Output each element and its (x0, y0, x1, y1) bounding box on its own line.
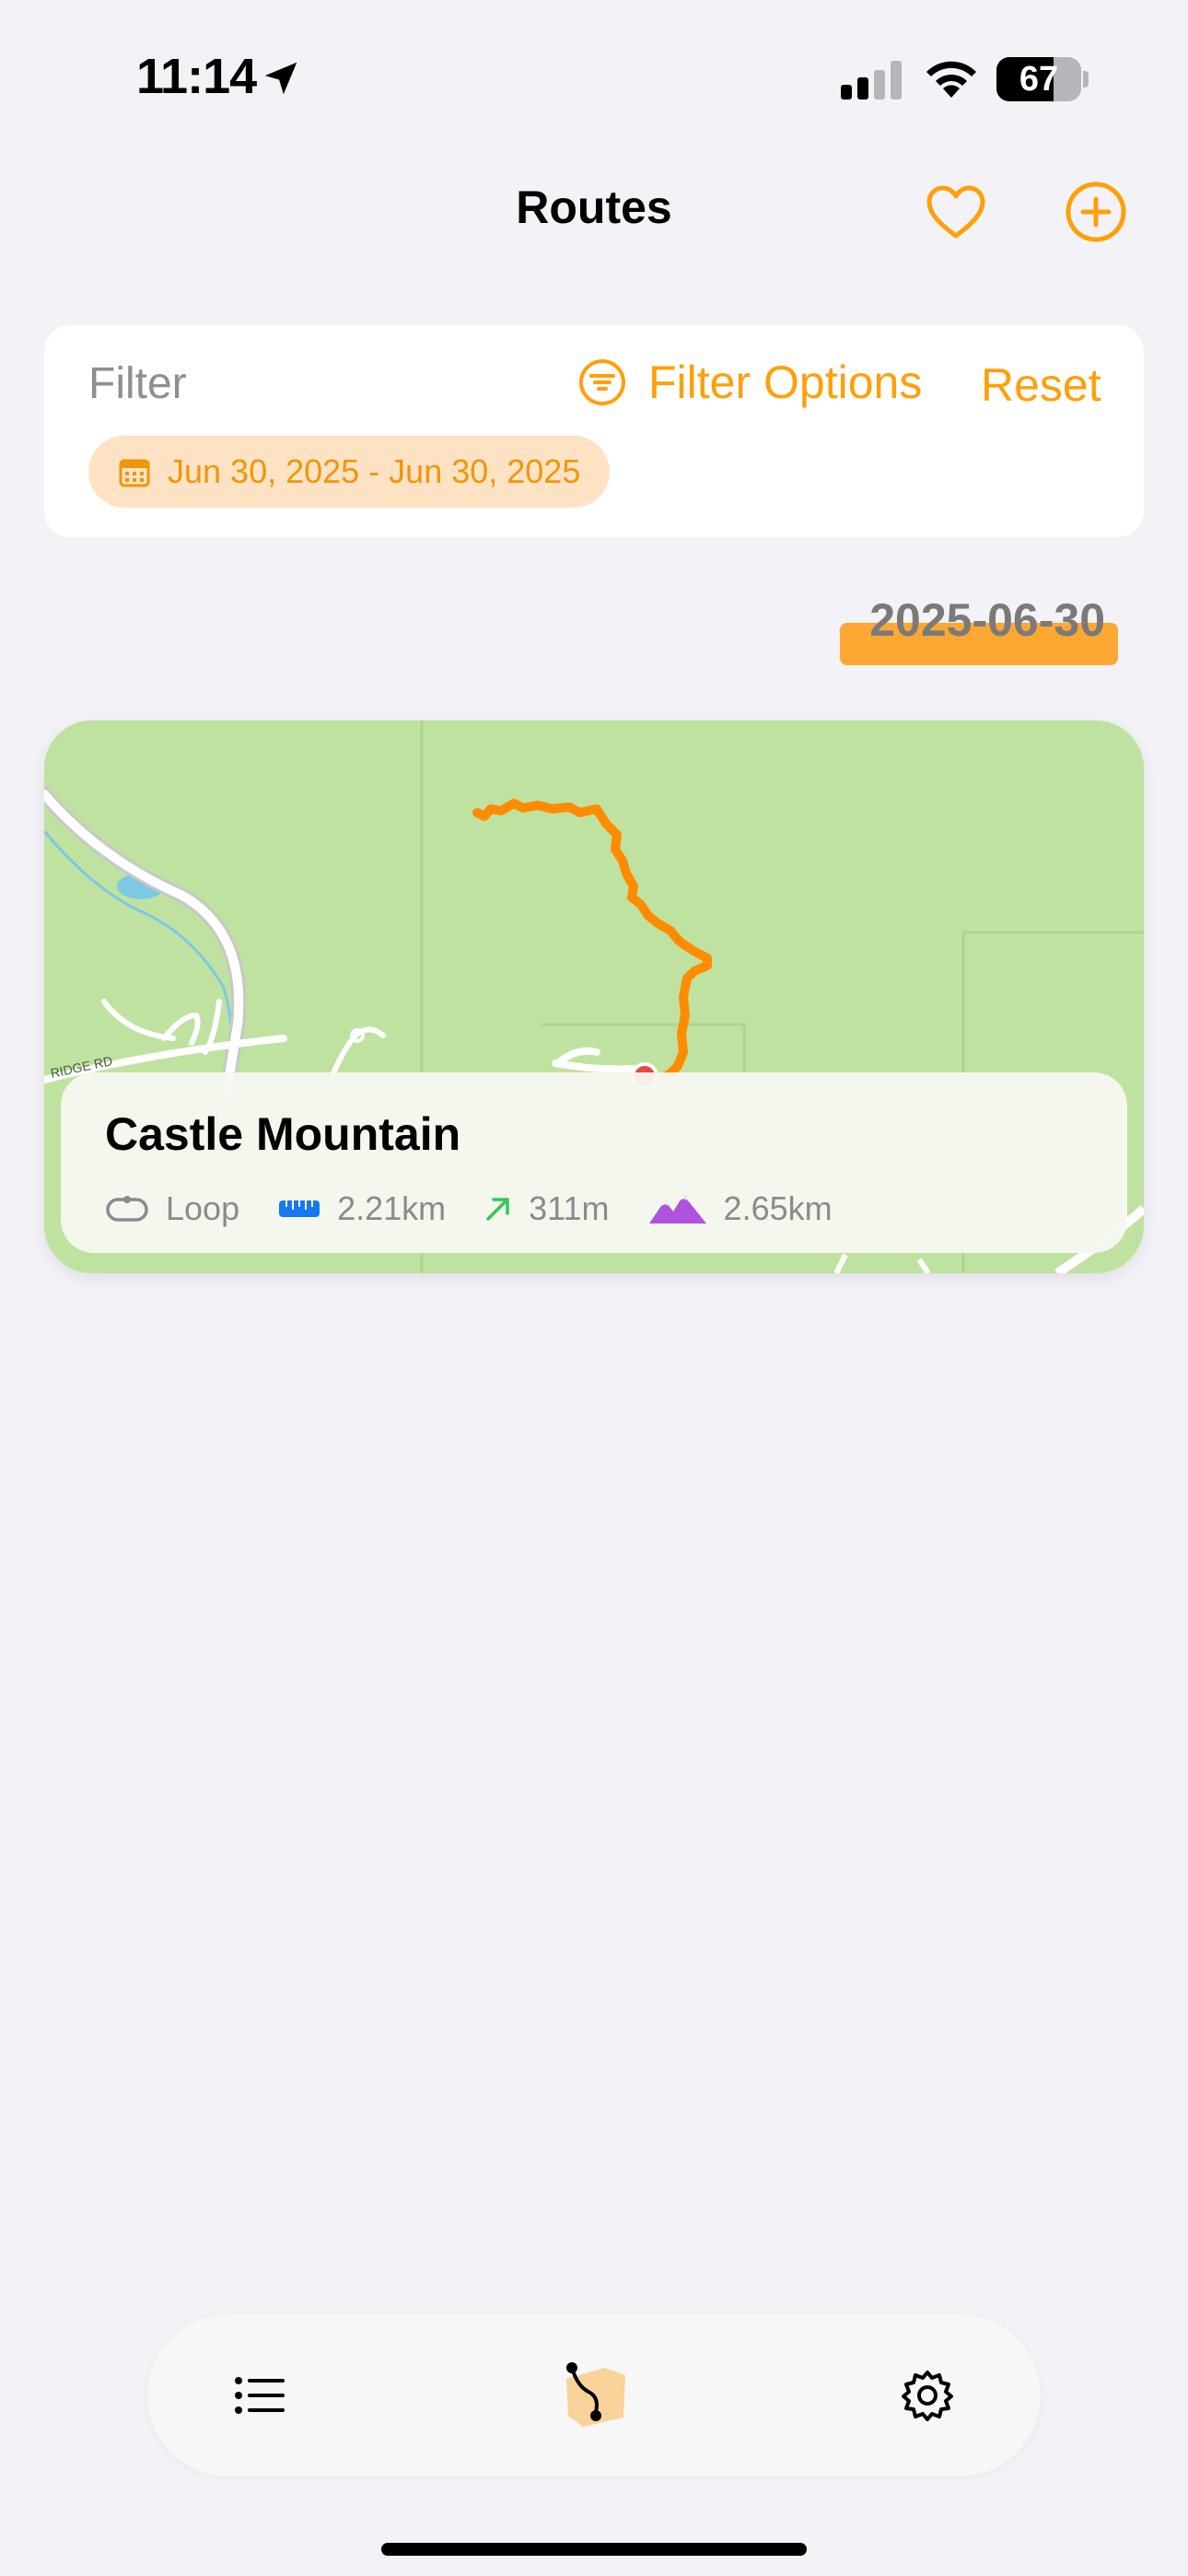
calendar-icon (119, 459, 150, 487)
elevation-gain-label: 311m (529, 1189, 610, 1227)
battery-icon: 67 (996, 57, 1089, 101)
filter-card: Filter Filter Options Reset Jun 30, 2025… (44, 325, 1144, 537)
filter-options-button[interactable]: Filter Options (578, 353, 922, 412)
favorites-button[interactable] (923, 179, 989, 245)
plus-circle-icon (1066, 181, 1126, 242)
date-range-label: Jun 30, 2025 - Jun 30, 2025 (168, 452, 581, 490)
ascent-distance-label: 2.65km (723, 1189, 833, 1227)
tab-settings[interactable] (881, 2349, 973, 2441)
location-arrow-icon (264, 62, 297, 95)
stat-ascent-distance: 2.65km (648, 1189, 833, 1228)
gear-icon (902, 2371, 953, 2421)
route-info-panel: Castle Mountain Loop 2.21km 311m 2.65km (61, 1072, 1127, 1253)
home-indicator (381, 2543, 807, 2556)
route-stats: Loop 2.21km 311m 2.65km (105, 1183, 871, 1235)
mountain-icon (648, 1195, 706, 1224)
tab-routes[interactable] (548, 2349, 640, 2441)
filter-icon (579, 359, 625, 405)
distance-label: 2.21km (337, 1189, 447, 1227)
status-bar: 11:14 67 (0, 0, 1188, 157)
status-time: 11:14 (136, 49, 257, 104)
route-type-label: Loop (166, 1189, 240, 1227)
list-icon (235, 2377, 285, 2414)
loop-icon (106, 1196, 148, 1222)
stat-elevation-gain: 311m (484, 1189, 610, 1228)
section-date-label: 2025-06-30 (869, 594, 1105, 646)
filter-label: Filter (88, 359, 187, 408)
stat-distance: 2.21km (278, 1189, 446, 1228)
cellular-signal-icon (841, 61, 902, 100)
add-route-button[interactable] (1063, 179, 1129, 245)
stat-route-type: Loop (105, 1189, 239, 1228)
route-icon (566, 2362, 625, 2427)
wifi-icon (926, 61, 976, 98)
route-card[interactable]: RIDGE RD Castle Mountain Loop 2.21km 311… (44, 720, 1144, 1273)
tab-bar (147, 2314, 1041, 2476)
ruler-icon (279, 1200, 320, 1217)
section-date-header: 2025-06-30 (801, 590, 1118, 665)
date-range-chip[interactable]: Jun 30, 2025 - Jun 30, 2025 (88, 436, 611, 508)
reset-button[interactable]: Reset (981, 358, 1101, 412)
page-title: Routes (516, 181, 672, 233)
arrow-up-right-icon (486, 1198, 509, 1221)
route-name: Castle Mountain (105, 1108, 461, 1160)
tab-list[interactable] (214, 2349, 306, 2441)
battery-percent: 67 (1019, 60, 1059, 99)
heart-icon (926, 185, 985, 239)
filter-options-label: Filter Options (648, 357, 923, 408)
